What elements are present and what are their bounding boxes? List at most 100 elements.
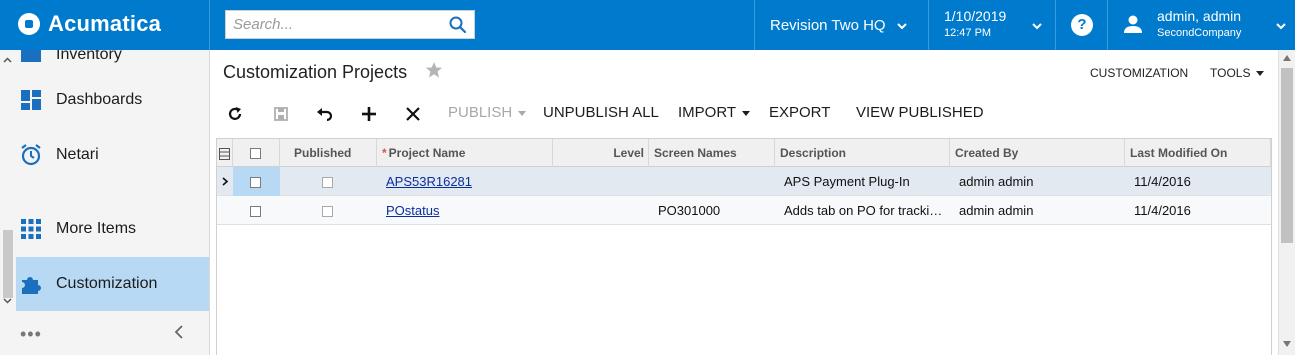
table-row[interactable]: APS53R16281 APS Payment Plug-In admin ad… [217, 167, 1271, 196]
last-modified-cell: 11/4/2016 [1134, 174, 1191, 189]
created-by-cell: admin admin [959, 203, 1034, 218]
divider [754, 0, 755, 50]
sidebar-item-label: Netari [56, 146, 99, 163]
screen-names-cell [653, 167, 775, 196]
more-options-icon[interactable]: ••• [20, 324, 42, 345]
level-cell [553, 167, 649, 196]
level-cell [553, 196, 649, 225]
chevron-down-icon[interactable] [1031, 20, 1043, 32]
projects-grid: Published * Project Name Level Screen Nam… [216, 138, 1272, 355]
grid-settings-icon [219, 147, 230, 160]
save-icon[interactable] [271, 104, 291, 124]
checkbox [250, 148, 261, 160]
scroll-down-icon[interactable] [1282, 340, 1292, 348]
project-link[interactable]: APS53R16281 [386, 174, 472, 189]
current-row-indicator-icon [222, 177, 229, 186]
description-cell: Adds tab on PO for tracking status [784, 203, 946, 218]
dashboards-icon [21, 90, 41, 110]
checkbox [322, 177, 333, 189]
collapse-sidebar-icon[interactable] [173, 325, 185, 339]
project-name-cell[interactable]: APS53R16281 [381, 167, 553, 196]
branch-selector[interactable]: Revision Two HQ [770, 17, 908, 34]
project-name-cell[interactable]: POstatus [381, 196, 553, 225]
scrollbar-thumb[interactable] [1281, 68, 1293, 243]
sidebar-item-label: More Items [56, 220, 137, 237]
description-cell: APS Payment Plug-In [784, 174, 910, 189]
view-published-button[interactable]: VIEW PUBLISHED [856, 104, 984, 121]
caret-down-icon [1256, 71, 1265, 77]
company-name: SecondCompany [1157, 27, 1242, 39]
checkbox [322, 206, 333, 218]
sidebar-item-dashboards[interactable]: Dashboards [16, 73, 209, 127]
sidebar-item-customization[interactable]: Customization [16, 257, 209, 311]
divider [1107, 0, 1108, 50]
inventory-icon [21, 50, 41, 62]
column-header-last-modified-on[interactable]: Last Modified On [1125, 139, 1271, 167]
user-icon[interactable] [1122, 13, 1144, 35]
caret-down-icon [518, 110, 527, 116]
grid-header: Published * Project Name Level Screen Nam… [217, 139, 1271, 167]
import-button[interactable]: IMPORT [678, 104, 751, 121]
column-header-level[interactable]: Level [553, 139, 649, 167]
checkbox [250, 177, 261, 189]
sidebar-item-label: Inventory [56, 50, 122, 63]
column-header-description[interactable]: Description [775, 139, 950, 167]
business-time: 12:47 PM [944, 27, 992, 39]
favorite-star-icon[interactable] [425, 61, 443, 79]
refresh-icon[interactable] [225, 104, 245, 124]
column-header-created-by[interactable]: Created By [950, 139, 1125, 167]
publish-button[interactable]: PUBLISH [448, 104, 527, 121]
project-link[interactable]: POstatus [386, 203, 439, 218]
scroll-up-icon[interactable] [1282, 54, 1292, 62]
business-date-selector[interactable]: 1/10/2019 12:47 PM [944, 8, 1006, 39]
search-input[interactable] [226, 11, 441, 38]
page-scrollbar[interactable] [1278, 50, 1295, 355]
search-box[interactable] [225, 10, 475, 39]
sidebar-scrollbar[interactable] [0, 50, 14, 310]
table-row[interactable]: POstatus PO301000 Adds tab on PO for tra… [217, 196, 1271, 225]
tools-label: TOOLS [1210, 66, 1251, 80]
toolbar: PUBLISH UNPUBLISH ALL IMPORT EXPORT VIEW… [211, 102, 1277, 128]
help-button[interactable]: ? [1071, 14, 1093, 36]
sidebar-item-netari[interactable]: Netari [16, 128, 209, 182]
sidebar-item-label: Dashboards [56, 91, 143, 108]
export-button[interactable]: EXPORT [769, 104, 830, 121]
chevron-down-icon[interactable] [3, 296, 12, 305]
acumatica-logo-icon [18, 13, 40, 35]
tools-menu[interactable]: TOOLS [1210, 66, 1265, 80]
customization-menu[interactable]: CUSTOMIZATION [1090, 66, 1188, 80]
undo-icon[interactable] [315, 104, 335, 124]
business-date: 1/10/2019 [944, 8, 1007, 24]
unpublish-all-button[interactable]: UNPUBLISH ALL [543, 104, 659, 121]
row-checkbox[interactable] [233, 196, 280, 225]
published-checkbox [280, 196, 377, 225]
search-icon[interactable] [448, 15, 468, 35]
acumatica-logo[interactable]: Acumatica [18, 11, 161, 37]
sidebar: Inventory Dashboards Netari More Items C… [0, 50, 210, 355]
caret-down-icon [742, 110, 751, 116]
column-header-published[interactable]: Published [280, 139, 377, 167]
row-checkbox[interactable] [233, 167, 280, 196]
created-by-cell: admin admin [959, 174, 1034, 189]
column-header-screen-names[interactable]: Screen Names [649, 139, 775, 167]
add-icon[interactable] [359, 104, 379, 124]
column-label: Project Name [388, 146, 466, 160]
import-label: IMPORT [678, 104, 737, 121]
branch-label: Revision Two HQ [770, 17, 886, 34]
scrollbar-thumb[interactable] [3, 230, 13, 298]
column-header-project-name[interactable]: * Project Name [377, 139, 553, 167]
top-bar: Acumatica Revision Two HQ 1/10/2019 12:4… [0, 0, 1295, 50]
chevron-down-icon[interactable] [1275, 20, 1287, 32]
publish-label: PUBLISH [448, 104, 513, 121]
divider [209, 0, 210, 50]
select-all-checkbox[interactable] [233, 139, 280, 167]
divider [1055, 0, 1056, 50]
sidebar-item-more-items[interactable]: More Items [16, 202, 209, 256]
user-menu[interactable]: admin, admin SecondCompany [1157, 8, 1241, 39]
column-settings-icon[interactable] [217, 139, 233, 167]
chevron-up-icon[interactable] [3, 56, 12, 65]
delete-icon[interactable] [403, 104, 423, 124]
required-mark: * [382, 146, 387, 160]
sidebar-footer: ••• [0, 310, 209, 355]
user-name: admin, admin [1157, 8, 1242, 24]
